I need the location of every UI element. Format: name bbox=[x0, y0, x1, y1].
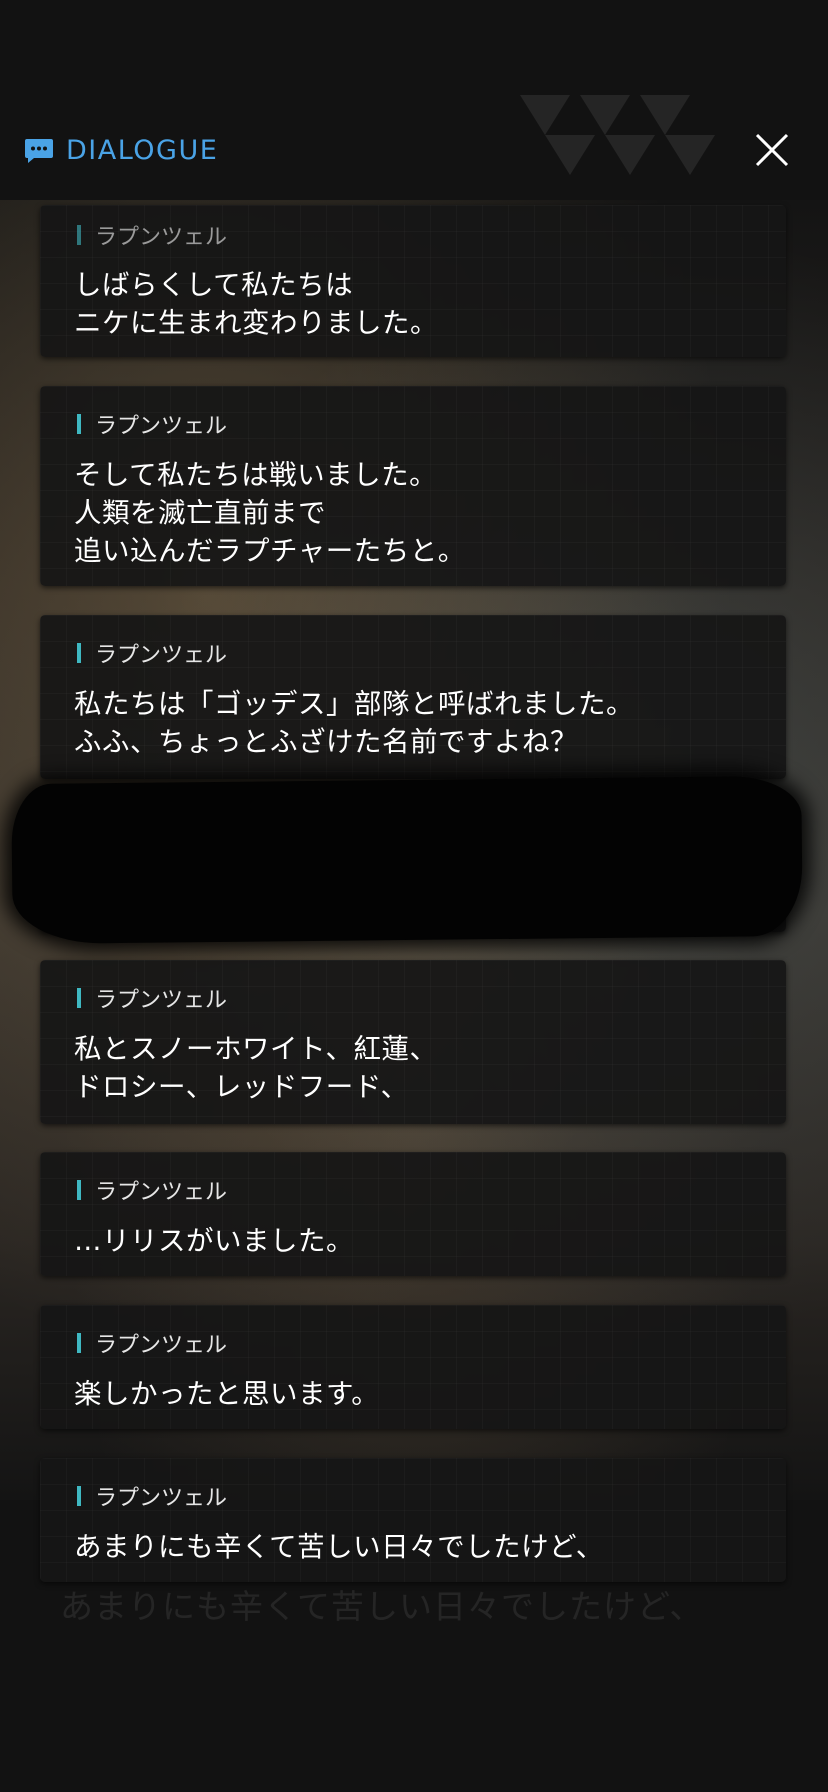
speaker-name: ラプンツェル bbox=[77, 1174, 227, 1206]
speaker-accent-bar bbox=[77, 988, 81, 1008]
speaker-label: ラプンツェル bbox=[95, 225, 228, 250]
speaker-label: ラプンツェル bbox=[95, 643, 228, 668]
dialogue-entry: ラプンツェル しばらくして私たちは ニケに生まれ変わりました。 bbox=[40, 205, 786, 357]
dialogue-line: ふふ、ちょっとふざけた名前ですよね？ bbox=[74, 726, 578, 758]
speaker-accent-bar bbox=[77, 1180, 81, 1200]
speaker-name: ラプンツェル bbox=[77, 1327, 227, 1359]
dialogue-line: ニケに生まれ変わりました。 bbox=[74, 307, 438, 339]
dialogue-entry: ラプンツェル 楽しかったと思います。 bbox=[40, 1305, 786, 1429]
dialogue-line: 私たちは「ゴッデス」部隊と呼ばれました。 bbox=[74, 688, 634, 720]
speaker-accent-bar bbox=[77, 414, 81, 434]
dialogue-entry: ラプンツェル そして私たちは戦いました。 人類を滅亡直前まで 追い込んだラプチャ… bbox=[40, 386, 786, 586]
speaker-label: ラプンツェル bbox=[95, 1180, 228, 1205]
speaker-accent-bar bbox=[77, 1486, 81, 1506]
dialogue-line: 楽しかったと思います。 bbox=[74, 1378, 380, 1410]
dialogue-entry: ラプンツェル …リリスがいました。 bbox=[40, 1152, 786, 1276]
dialogue-line: 人類を滅亡直前まで bbox=[74, 497, 326, 529]
speaker-name: ラプンツェル bbox=[77, 982, 227, 1014]
redaction-overlay bbox=[11, 775, 803, 945]
speaker-label: ラプンツェル bbox=[95, 1333, 228, 1358]
speaker-name: ラプンツェル bbox=[77, 637, 227, 669]
speaker-label: ラプンツェル bbox=[95, 414, 228, 439]
close-button[interactable] bbox=[752, 130, 792, 170]
dialogue-line: そして私たちは戦いました。 bbox=[74, 459, 438, 491]
speaker-label: ラプンツェル bbox=[95, 988, 228, 1013]
dialogue-entry: ラプンツェル 私とスノーホワイト、紅蓮、 ドロシー、レッドフード、 bbox=[40, 960, 786, 1124]
dialogue-line: しばらくして私たちは bbox=[74, 269, 354, 301]
dialogue-line: 私とスノーホワイト、紅蓮、 bbox=[74, 1033, 438, 1065]
dialogue-entry: ラプンツェル 私たちは「ゴッデス」部隊と呼ばれました。 ふふ、ちょっとふざけた名… bbox=[40, 615, 786, 779]
chat-bubble-icon bbox=[25, 138, 53, 163]
header-title: DIALOGUE bbox=[66, 135, 219, 166]
dialogue-entry: ラプンツェル あまりにも辛くて苦しい日々でしたけど、 bbox=[40, 1458, 786, 1582]
dialogue-line: 追い込んだラプチャーたちと。 bbox=[74, 535, 466, 567]
speaker-accent-bar bbox=[77, 643, 81, 663]
speaker-accent-bar bbox=[77, 1333, 81, 1353]
dialogue-line: あまりにも辛くて苦しい日々でしたけど、 bbox=[74, 1531, 604, 1563]
background-dialogue-caption: あまりにも辛くて苦しい日々でしたけど、 bbox=[60, 1587, 704, 1626]
dialogue-line: ドロシー、レッドフード、 bbox=[74, 1071, 409, 1103]
speaker-accent-bar bbox=[77, 225, 81, 245]
speaker-name: ラプンツェル bbox=[77, 219, 227, 251]
speaker-label: ラプンツェル bbox=[95, 1486, 228, 1511]
speaker-name: ラプンツェル bbox=[77, 408, 227, 440]
close-icon bbox=[755, 133, 789, 167]
dialogue-line: …リリスがいました。 bbox=[74, 1225, 354, 1257]
header-title-group: DIALOGUE bbox=[24, 135, 218, 166]
dialogue-header: DIALOGUE bbox=[0, 125, 828, 175]
speaker-name: ラプンツェル bbox=[77, 1480, 227, 1512]
